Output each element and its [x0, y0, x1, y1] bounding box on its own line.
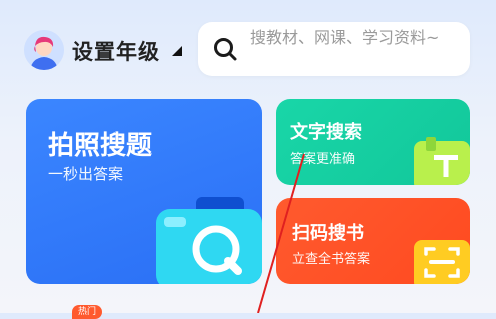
annotation-line — [257, 153, 305, 313]
